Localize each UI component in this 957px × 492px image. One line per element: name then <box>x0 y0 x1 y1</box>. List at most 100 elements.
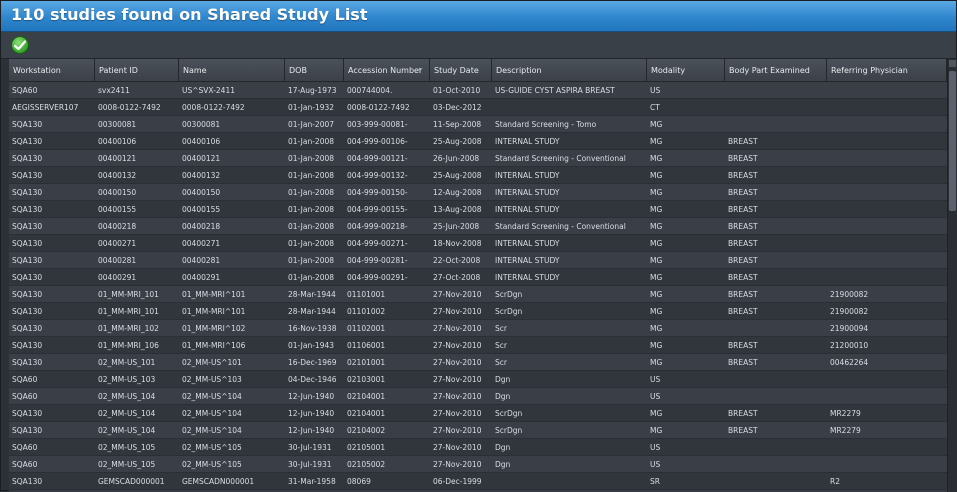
cell-description: Dgn <box>495 392 511 401</box>
cell-workstation: SQA130 <box>12 307 43 316</box>
cell-study-date: 25-Jun-2008 <box>433 222 480 231</box>
study-table: Workstation Patient ID Name DOB Accession Nu… <box>9 59 947 492</box>
cell-description: INTERNAL STUDY <box>495 171 560 180</box>
cell-study-date: 27-Nov-2010 <box>433 443 482 452</box>
cell-workstation: SQA130 <box>12 222 43 231</box>
cell-modality: US <box>650 86 661 95</box>
cell-workstation: SQA130 <box>12 273 43 282</box>
cell-referring-physician <box>827 150 947 167</box>
cell-body-part: BREAST <box>728 273 758 282</box>
vertical-scrollbar[interactable] <box>947 59 957 492</box>
cell-description: INTERNAL STUDY <box>495 188 560 197</box>
table-row[interactable]: SQA130 00400291 00400291 01-Jan-2008 004-999… <box>9 269 947 286</box>
cell-body-part: BREAST <box>728 341 758 350</box>
cell-patient-id: 02_MM-US_105 <box>98 443 156 452</box>
table-row[interactable]: SQA130 00400132 00400132 01-Jan-2008 004-999… <box>9 167 947 184</box>
table-row[interactable]: SQA130 00400218 00400218 01-Jan-2008 004-999… <box>9 218 947 235</box>
cell-patient-id: 01_MM-MRI_102 <box>98 324 159 333</box>
cell-patient-id: 00400281 <box>98 256 137 265</box>
column-header-body-part[interactable]: Body Part Examined <box>725 59 827 82</box>
cell-accession-number: 004-999-00132- <box>347 171 408 180</box>
cell-patient-id: 02_MM-US_105 <box>98 460 156 469</box>
column-header-patient-id[interactable]: Patient ID <box>95 59 179 82</box>
cell-description <box>492 473 647 490</box>
cell-patient-id: 00400150 <box>98 188 137 197</box>
cell-body-part: BREAST <box>728 426 758 435</box>
table-row[interactable]: SQA60 02_MM-US_105 02_MM-US^105 30-Jul-1931… <box>9 439 947 456</box>
cell-name: 01_MM-MRI^102 <box>182 324 246 333</box>
cell-referring-physician: MR2279 <box>830 409 861 418</box>
cell-dob: 28-Mar-1944 <box>288 290 336 299</box>
column-header-workstation[interactable]: Workstation <box>9 59 95 82</box>
cell-description: Scr <box>495 358 507 367</box>
table-row[interactable]: SQA130 00300081 00300081 01-Jan-2007 003-999… <box>9 116 947 133</box>
cell-study-date: 01-Oct-2010 <box>433 86 481 95</box>
cell-study-date: 26-Jun-2008 <box>433 154 480 163</box>
column-header-accession-number[interactable]: Accession Number ↑ <box>344 59 430 82</box>
column-header-referring-physician[interactable]: Referring Physician <box>827 59 947 82</box>
column-header-modality[interactable]: Modality <box>647 59 725 82</box>
table-row[interactable]: SQA130 00400155 00400155 01-Jan-2008 004-999… <box>9 201 947 218</box>
cell-study-date: 27-Nov-2010 <box>433 341 482 350</box>
cell-modality: MG <box>650 324 663 333</box>
table-row[interactable]: SQA60 02_MM-US_104 02_MM-US^104 12-Jun-1940… <box>9 388 947 405</box>
cell-description: ScrDgn <box>495 426 523 435</box>
table-row[interactable]: SQA130 02_MM-US_101 02_MM-US^101 16-Dec-196… <box>9 354 947 371</box>
cell-referring-physician: 00462264 <box>830 358 869 367</box>
table-row[interactable]: SQA60 02_MM-US_105 02_MM-US^105 30-Jul-1931… <box>9 456 947 473</box>
cell-referring-physician <box>827 235 947 252</box>
cell-modality: MG <box>650 256 663 265</box>
cell-patient-id: 00400218 <box>98 222 137 231</box>
table-row[interactable]: SQA130 GEMSCAD000001 GEMSCADN000001 31-Mar-… <box>9 473 947 490</box>
cell-patient-id: 02_MM-US_101 <box>98 358 156 367</box>
table-row[interactable]: SQA130 01_MM-MRI_106 01_MM-MRI^106 01-Jan-1… <box>9 337 947 354</box>
cell-name: 01_MM-MRI^106 <box>182 341 246 350</box>
cell-dob: 01-Jan-2008 <box>288 239 335 248</box>
cell-accession-number: 02104002 <box>347 426 386 435</box>
table-row[interactable]: SQA130 00400150 00400150 01-Jan-2008 004-999… <box>9 184 947 201</box>
cell-study-date: 27-Nov-2010 <box>433 290 482 299</box>
cell-study-date: 11-Sep-2008 <box>433 120 482 129</box>
table-row[interactable]: SQA130 00400281 00400281 01-Jan-2008 004-999… <box>9 252 947 269</box>
column-header-study-date[interactable]: Study Date <box>430 59 492 82</box>
scrollbar-thumb[interactable] <box>949 71 956 211</box>
cell-study-date: 03-Dec-2012 <box>433 103 482 112</box>
scroll-up-icon[interactable] <box>949 60 956 67</box>
column-header-dob[interactable]: DOB <box>285 59 344 82</box>
table-row[interactable]: SQA130 00400271 00400271 01-Jan-2008 004-999… <box>9 235 947 252</box>
cell-workstation: SQA130 <box>12 477 43 486</box>
cell-name: 00400121 <box>182 154 221 163</box>
cell-modality: MG <box>650 171 663 180</box>
cell-dob: 31-Mar-1958 <box>288 477 336 486</box>
cell-referring-physician: 21900082 <box>830 307 869 316</box>
cell-study-date: 06-Dec-1999 <box>433 477 482 486</box>
cell-patient-id: 00400291 <box>98 273 137 282</box>
table-row[interactable]: SQA130 02_MM-US_104 02_MM-US^104 12-Jun-194… <box>9 422 947 439</box>
table-row[interactable]: SQA60 svx2411 US^SVX-2411 17-Aug-1973 000744… <box>9 82 947 99</box>
cell-dob: 01-Jan-2007 <box>288 120 335 129</box>
cell-patient-id: 01_MM-MRI_106 <box>98 341 159 350</box>
table-row[interactable]: SQA130 00400121 00400121 01-Jan-2008 004-999… <box>9 150 947 167</box>
column-header-name[interactable]: Name <box>179 59 285 82</box>
table-row[interactable]: SQA130 01_MM-MRI_101 01_MM-MRI^101 28-Mar-1… <box>9 303 947 320</box>
check-circle-icon[interactable] <box>11 36 29 54</box>
cell-workstation: SQA130 <box>12 341 43 350</box>
table-row[interactable]: AEGISSERVER107 0008-0122-7492 0008-0122-74… <box>9 99 947 116</box>
cell-study-date: 27-Oct-2008 <box>433 273 481 282</box>
column-header-description[interactable]: Description <box>492 59 647 82</box>
cell-name: 00400106 <box>182 137 221 146</box>
table-row[interactable]: SQA60 02_MM-US_103 02_MM-US^103 04-Dec-1946… <box>9 371 947 388</box>
cell-referring-physician <box>827 218 947 235</box>
cell-name: 02_MM-US^105 <box>182 443 242 452</box>
cell-patient-id: 02_MM-US_104 <box>98 426 156 435</box>
table-row[interactable]: SQA130 01_MM-MRI_102 01_MM-MRI^102 16-Nov-1… <box>9 320 947 337</box>
cell-workstation: SQA60 <box>12 443 38 452</box>
cell-accession-number: 02105002 <box>347 460 386 469</box>
table-row[interactable]: SQA130 02_MM-US_104 02_MM-US^104 12-Jun-194… <box>9 405 947 422</box>
cell-accession-number: 004-999-00106- <box>347 137 408 146</box>
cell-name: GEMSCADN000001 <box>182 477 255 486</box>
cell-body-part: BREAST <box>728 307 758 316</box>
table-row[interactable]: SQA130 01_MM-MRI_101 01_MM-MRI^101 28-Mar-1… <box>9 286 947 303</box>
table-row[interactable]: SQA130 00400106 00400106 01-Jan-2008 004-999… <box>9 133 947 150</box>
cell-patient-id: 0008-0122-7492 <box>98 103 161 112</box>
